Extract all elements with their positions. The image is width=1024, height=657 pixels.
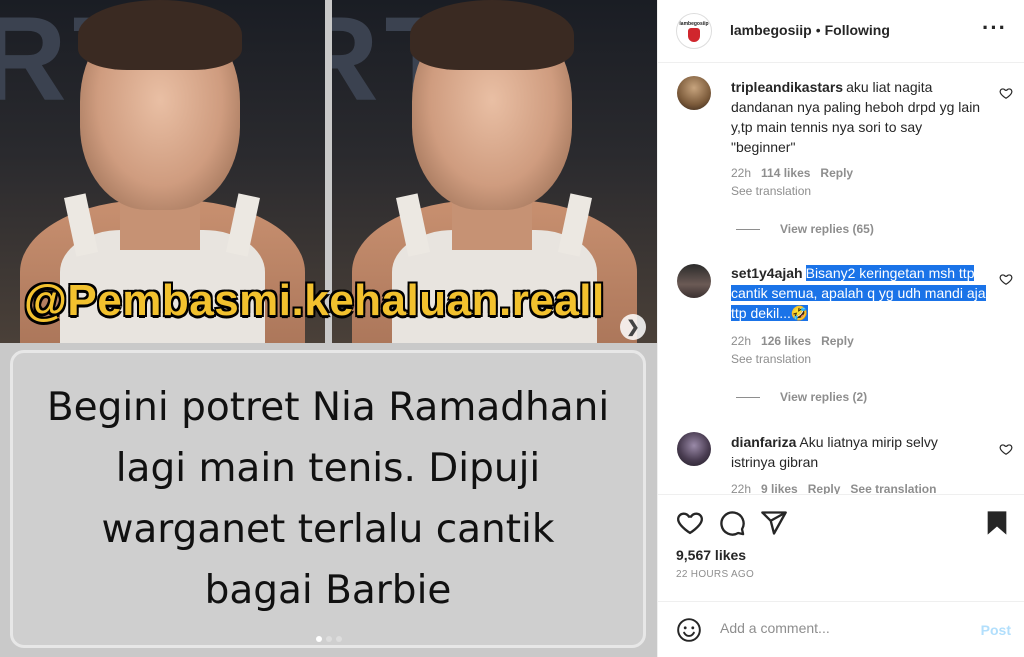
comment-username[interactable]: dianfariza <box>731 434 796 450</box>
comment-time: 22h <box>731 166 752 180</box>
post-side-panel: lambegosiip lambegosiip • Following ··· tr… <box>657 0 1024 657</box>
following-button[interactable]: Following <box>825 22 890 38</box>
share-icon[interactable] <box>760 509 788 537</box>
comment-text-block: tripleandikastars aku liat nagita dandana… <box>731 77 986 157</box>
post-timestamp: 22 HOURS AGO <box>676 569 755 580</box>
carousel-dot <box>315 636 322 642</box>
comment-text-block: dianfariza Aku liatnya mirip selvy istrin… <box>731 432 986 472</box>
view-replies-button[interactable]: View replies (2) <box>736 390 867 404</box>
emoji-icon[interactable] <box>676 617 702 643</box>
comment-username[interactable]: set1y4ajah <box>731 265 803 281</box>
carousel-dots <box>0 636 657 642</box>
comment-time: 22h <box>731 334 752 348</box>
post-header: lambegosiip lambegosiip • Following ··· <box>658 0 1024 63</box>
comment-username[interactable]: tripleandikastars <box>731 79 843 95</box>
avatar[interactable] <box>677 264 711 298</box>
carousel-dot <box>325 636 332 642</box>
comments-list[interactable]: tripleandikastars aku liat nagita dandana… <box>658 64 1024 494</box>
reply-button[interactable]: Reply <box>808 482 841 494</box>
heart-icon[interactable] <box>676 509 704 537</box>
comment-input[interactable] <box>720 620 960 636</box>
comment-time: 22h <box>731 482 752 494</box>
see-translation-link[interactable]: See translation <box>731 184 811 198</box>
comment-meta: 22h 126 likes Reply <box>731 334 864 348</box>
carousel-dot <box>335 636 342 642</box>
heart-icon[interactable] <box>999 442 1013 456</box>
post-button[interactable]: Post <box>981 622 1011 638</box>
see-translation-link[interactable]: See translation <box>731 352 811 366</box>
bookmark-icon[interactable] <box>983 509 1011 537</box>
avatar[interactable]: lambegosiip <box>676 13 712 49</box>
username-link[interactable]: lambegosiip <box>730 22 812 38</box>
heart-icon[interactable] <box>999 272 1013 286</box>
see-translation-link[interactable]: See translation <box>850 482 936 494</box>
caption-text: Begini potret Nia Ramadhani lagi main te… <box>46 385 610 613</box>
post-media[interactable]: RT RTA @Pembasmi.kehaluan.reall ❯ Begini… <box>0 0 657 657</box>
caption-card: Begini potret Nia Ramadhani lagi main te… <box>10 350 646 648</box>
comment-text-block: set1y4ajah Bisany2 keringetan msh ttp can… <box>731 263 986 323</box>
heart-icon[interactable] <box>999 86 1013 100</box>
avatar-logo: lambegosiip <box>679 21 709 27</box>
comment-likes[interactable]: 9 likes <box>761 482 798 494</box>
chevron-right-icon[interactable]: ❯ <box>620 314 646 340</box>
reply-button[interactable]: Reply <box>820 166 853 180</box>
comment-meta: 22h 9 likes Reply See translation <box>731 482 946 494</box>
post-username: lambegosiip • Following <box>730 22 890 38</box>
comment-likes[interactable]: 126 likes <box>761 334 811 348</box>
avatar[interactable] <box>677 432 711 466</box>
separator: • <box>815 22 821 38</box>
post-actions: 9,567 likes 22 HOURS AGO <box>658 494 1024 602</box>
add-comment-bar: Post <box>658 603 1024 657</box>
comment-likes[interactable]: 114 likes <box>761 166 810 180</box>
view-replies-button[interactable]: View replies (65) <box>736 222 874 236</box>
view-replies-label: View replies (65) <box>780 222 874 236</box>
comment-meta: 22h 114 likes Reply <box>731 166 863 180</box>
watermark-text: @Pembasmi.kehaluan.reall <box>24 276 605 325</box>
avatar[interactable] <box>677 76 711 110</box>
likes-count[interactable]: 9,567 likes <box>676 547 746 563</box>
view-replies-label: View replies (2) <box>780 390 868 404</box>
more-horizontal-icon[interactable]: ··· <box>982 17 1007 39</box>
reply-button[interactable]: Reply <box>821 334 854 348</box>
comment-icon[interactable] <box>718 509 746 537</box>
